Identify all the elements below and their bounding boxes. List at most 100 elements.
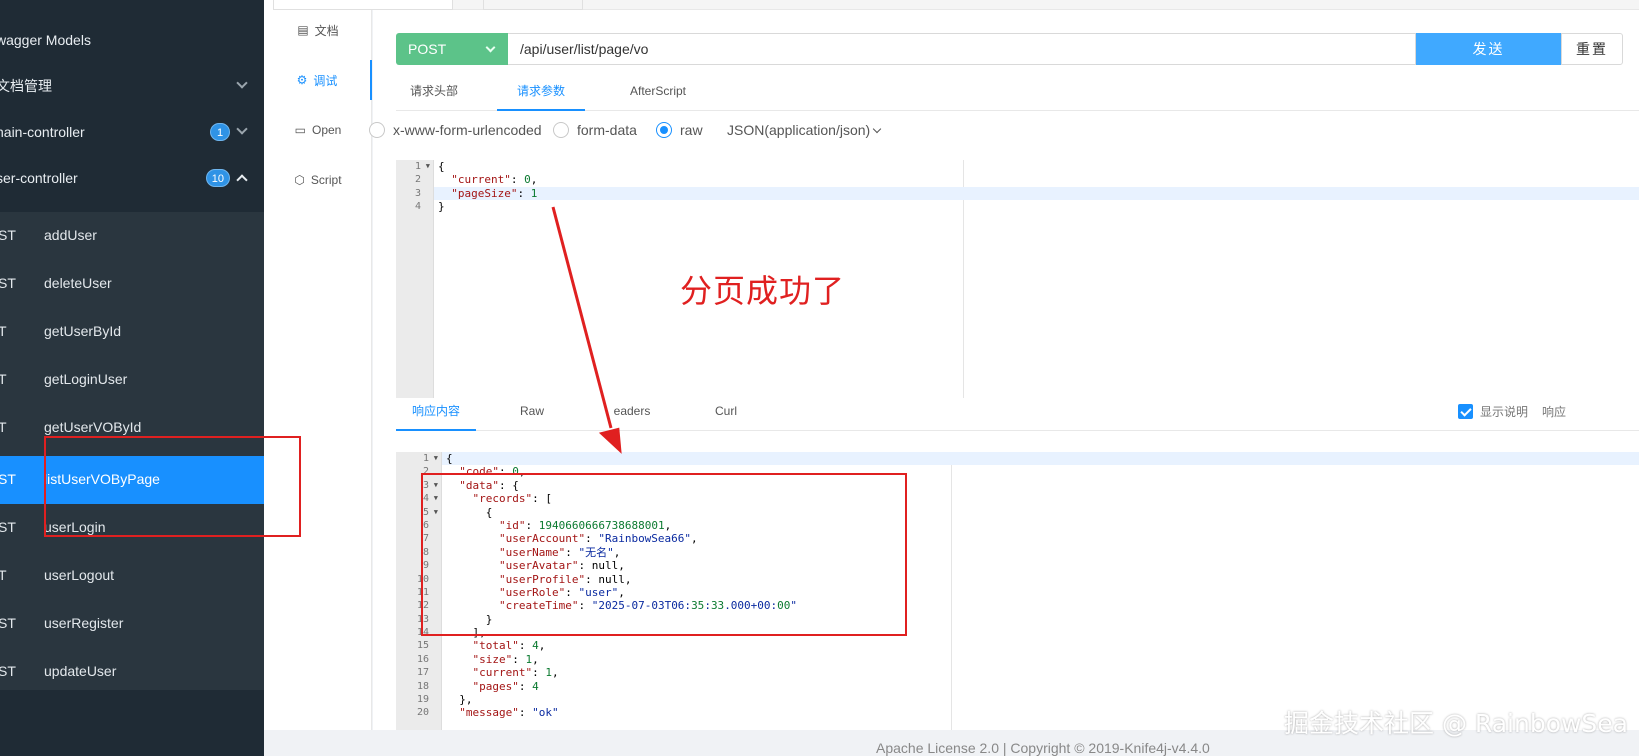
request-body-editor[interactable]: 1 ▼ 2 3 4 { "current": 0, "pageSize": 1 } (396, 160, 1639, 398)
radio-label: x-www-form-urlencoded (393, 122, 542, 138)
api-item-adduser[interactable]: ST addUser (0, 212, 264, 260)
api-item-getuserbyid[interactable]: T getUserById (0, 308, 264, 356)
count-badge: 10 (205, 169, 230, 187)
line-number: 17 (416, 667, 429, 679)
api-method: ST (0, 275, 16, 291)
code-line: "current": 1, (472, 666, 559, 680)
file-icon: ▭ (294, 123, 306, 137)
line-number: 16 (416, 653, 429, 665)
annotation-box-sidebar (44, 436, 301, 537)
tab-script[interactable]: ⬡ Script (264, 160, 372, 200)
radio-label: form-data (577, 122, 637, 138)
tab-headers[interactable]: eaders (602, 395, 662, 431)
api-name: getUserById (44, 323, 122, 339)
api-item-deleteuser[interactable]: ST deleteUser (0, 260, 264, 308)
api-item-getloginuser[interactable]: T getLoginUser (0, 356, 264, 404)
tab-afterscript[interactable]: AfterScript (615, 75, 701, 111)
api-name: getLoginUser (44, 371, 128, 387)
line-number: 3 (414, 187, 421, 199)
line-number: 18 (416, 680, 429, 692)
line-number: 4 (414, 201, 421, 213)
api-name: updateUser (44, 663, 117, 679)
api-method: T (0, 567, 7, 583)
top-tab[interactable] (273, 0, 453, 10)
show-description-toggle[interactable]: 显示说明 响应 (1458, 403, 1566, 420)
api-method: T (0, 323, 7, 339)
radio-form-data[interactable]: form-data (553, 122, 637, 138)
tab-request-headers[interactable]: 请求头部 (396, 75, 472, 111)
api-item-updateuser[interactable]: ST updateUser (0, 648, 264, 696)
annotation-text: 分页成功了 (680, 272, 846, 310)
code-line: "current": 0, (451, 173, 538, 187)
chevron-down-icon (236, 123, 248, 135)
api-name: deleteUser (44, 275, 112, 291)
code-line: "pages": 4 (472, 679, 539, 693)
line-number: 20 (416, 707, 429, 719)
code-line: "total": 4, (472, 639, 546, 653)
sidebar-group-label: nain-controller (0, 124, 85, 140)
send-button[interactable]: 发送 (1416, 33, 1561, 65)
top-tab[interactable] (483, 0, 583, 10)
api-item-userregister[interactable]: ST userRegister (0, 600, 264, 648)
api-name: userRegister (44, 615, 124, 631)
url-input[interactable]: /api/user/list/page/vo (508, 33, 1416, 65)
editor-code: { "current": 0, "pageSize": 1 } (434, 160, 1639, 214)
line-number: 19 (416, 694, 429, 706)
sidebar-group-swagger-models[interactable]: wagger Models (0, 16, 264, 64)
tab-open[interactable]: ▭ Open (264, 110, 372, 150)
tab-debug[interactable]: ⚙ 调试 (264, 60, 372, 100)
api-method: ST (0, 471, 16, 487)
method-select[interactable]: POST (396, 33, 508, 65)
radio-circle (656, 122, 672, 138)
tab-label: 调试 (313, 73, 338, 88)
api-method: ST (0, 227, 16, 243)
radio-circle (369, 122, 385, 138)
method-value: POST (408, 41, 447, 57)
bug-icon: ⚙ (296, 73, 308, 87)
reset-button[interactable]: 重置 (1561, 33, 1623, 65)
doc-tab-column: ▤ 文档 ⚙ 调试 ▭ Open ⬡ Script (264, 0, 372, 756)
code-line: "size": 1, (472, 652, 539, 666)
line-number: 2 (414, 174, 421, 186)
chevron-down-icon (872, 124, 882, 134)
code-line: "pageSize": 1 (434, 186, 1639, 201)
response-extra-label: 响应 (1542, 405, 1567, 419)
tab-curl[interactable]: Curl (702, 395, 750, 431)
sidebar-group-label: 文档管理 (0, 78, 52, 94)
api-name: getUserVOById (44, 419, 142, 435)
show-description-label: 显示说明 (1480, 405, 1529, 419)
api-item-userlogout[interactable]: T userLogout (0, 552, 264, 600)
editor-gutter: 1 ▼ 2 3 4 (396, 160, 434, 398)
request-tabs: 请求头部 请求参数 AfterScript (396, 75, 1639, 111)
sidebar-group-main-controller[interactable]: nain-controller 1 (0, 108, 264, 156)
code-line: } (438, 200, 445, 214)
response-tabs: 响应内容 Raw eaders Curl (396, 395, 1639, 431)
chevron-down-icon (485, 42, 496, 53)
chevron-up-icon (236, 174, 248, 186)
sidebar-group-doc-manage[interactable]: 文档管理 (0, 62, 264, 110)
app-root: wagger Models 文档管理 nain-controller 1 ser… (0, 0, 1639, 756)
line-number: 1 ▼ (422, 453, 438, 464)
sidebar: wagger Models 文档管理 nain-controller 1 ser… (0, 0, 264, 756)
count-badge: 1 (210, 123, 230, 141)
code-line: { (442, 452, 1639, 466)
sidebar-group-label: wagger Models (0, 32, 91, 48)
sidebar-group-user-controller[interactable]: ser-controller 10 (0, 154, 264, 202)
watermark: 掘金技术社区 @ RainbowSea (1284, 709, 1629, 738)
tab-doc[interactable]: ▤ 文档 (264, 10, 372, 50)
api-method: ST (0, 615, 16, 631)
line-number: 15 (416, 640, 429, 652)
radio-form-urlencoded[interactable]: x-www-form-urlencoded (369, 122, 542, 138)
top-tab-strip (273, 0, 1639, 10)
tab-label: 文档 (314, 23, 339, 38)
checkbox-checked-icon (1458, 404, 1473, 419)
footer-license: Apache License 2.0 | Copyright © 2019-Kn… (876, 740, 1210, 756)
line-number: 1 ▼ (414, 161, 430, 172)
tab-label: Open (311, 123, 342, 137)
content-type-select[interactable]: JSON(application/json) (727, 122, 882, 138)
tab-raw[interactable]: Raw (508, 395, 556, 431)
request-url-bar: POST /api/user/list/page/vo 发送 重置 (396, 33, 1634, 65)
radio-raw[interactable]: raw (656, 122, 703, 138)
tab-request-params[interactable]: 请求参数 (497, 75, 585, 111)
tab-response-content[interactable]: 响应内容 (396, 395, 476, 431)
